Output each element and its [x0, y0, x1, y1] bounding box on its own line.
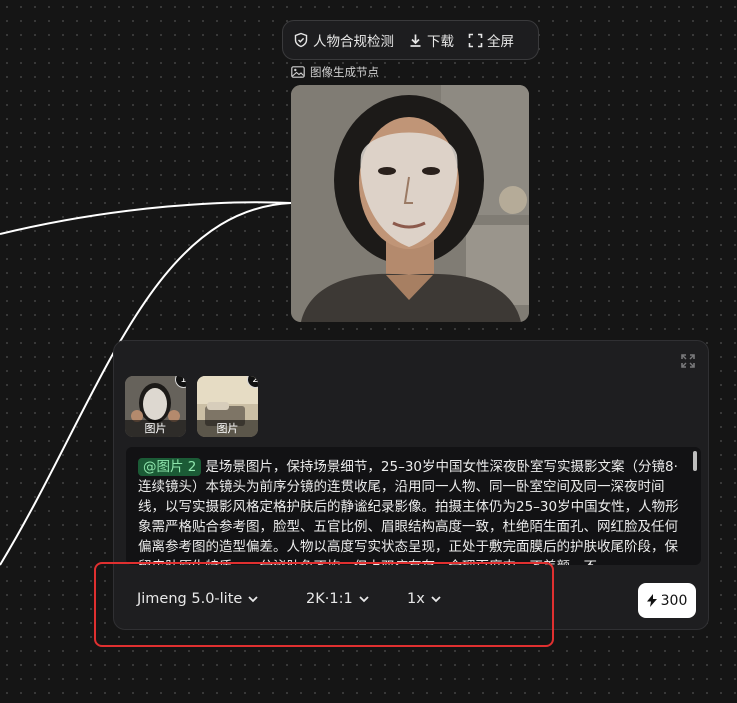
reference-image-1-caption: 图片	[125, 420, 186, 437]
shield-check-icon	[294, 32, 308, 48]
node-toolbar: 人物合规检测 下载 全屏	[282, 20, 539, 60]
node-title: 图像生成节点	[291, 64, 379, 80]
fullscreen-icon	[468, 33, 483, 47]
reference-image-2-caption: 图片	[197, 420, 258, 437]
portrait-illustration	[291, 85, 529, 322]
compliance-check-button[interactable]: 人物合规检测	[293, 30, 394, 50]
compliance-check-label: 人物合规检测	[313, 34, 394, 50]
connection-line-1	[0, 201, 292, 235]
prompt-text: 是场景图片，保持场景细节，25–30岁中国女性深夜卧室写实摄影文案（分镜8·连续…	[138, 459, 679, 565]
prompt-textarea[interactable]: @图片 2 是场景图片，保持场景细节，25–30岁中国女性深夜卧室写实摄影文案（分…	[126, 447, 701, 565]
lightning-icon	[646, 594, 657, 607]
expand-icon[interactable]	[680, 353, 696, 369]
reference-image-2[interactable]: 图片 2	[197, 376, 258, 437]
highlight-box	[94, 562, 554, 647]
generated-image[interactable]	[291, 85, 529, 322]
fullscreen-button[interactable]: 全屏	[468, 30, 514, 50]
download-icon	[410, 34, 421, 47]
fullscreen-label: 全屏	[487, 34, 514, 50]
prompt-scrollbar[interactable]	[693, 451, 697, 471]
download-label: 下载	[427, 34, 454, 50]
prompt-mention-tag[interactable]: @图片 2	[138, 458, 202, 476]
image-icon	[291, 66, 305, 78]
reference-image-1[interactable]: 图片 1	[125, 376, 186, 437]
generate-button[interactable]: 300	[638, 583, 696, 618]
download-button[interactable]: 下载	[408, 30, 454, 50]
node-title-label: 图像生成节点	[310, 65, 379, 79]
generate-cost: 300	[660, 592, 688, 609]
